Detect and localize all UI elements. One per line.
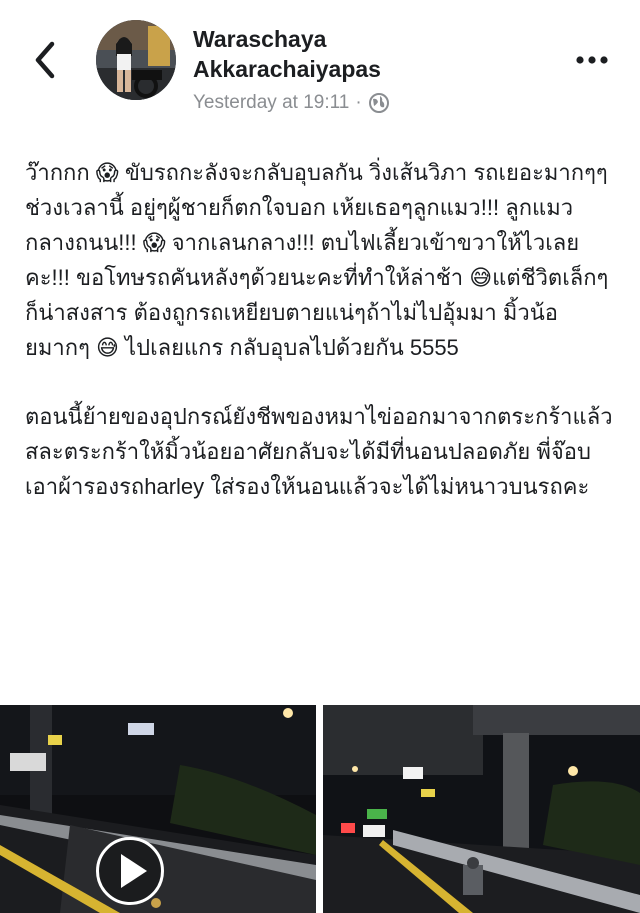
avatar-photo <box>96 20 176 100</box>
post-header: Waraschaya Akkarachaiyapas Yesterday at … <box>0 0 640 140</box>
post-body: ว๊ากกก 😱 ขับรถกะลังจะกลับอุบลกัน วิ่งเส้… <box>25 155 620 504</box>
post-meta: Yesterday at 19:11 · <box>193 92 390 114</box>
post-timestamp[interactable]: Yesterday at 19:11 <box>193 92 349 114</box>
author-avatar[interactable] <box>96 20 176 100</box>
post-paragraph-1: ว๊ากกก 😱 ขับรถกะลังจะกลับอุบลกัน วิ่งเส้… <box>25 160 609 360</box>
meta-separator: · <box>355 92 362 113</box>
author-name-line-2: Akkarachaiyapas <box>193 56 381 82</box>
play-button[interactable] <box>96 837 164 905</box>
author-name[interactable]: Waraschaya Akkarachaiyapas <box>193 24 533 84</box>
video-thumbnail[interactable] <box>0 705 316 913</box>
globe-icon <box>368 93 389 113</box>
photo-night-highway <box>323 705 640 913</box>
play-icon <box>121 854 147 888</box>
photo-thumbnail[interactable] <box>323 705 640 913</box>
more-options-button[interactable] <box>572 50 616 70</box>
post-paragraph-2: ตอนนี้ย้ายของอุปกรณ์ยังชีพของหมาไข่ออกมา… <box>25 404 619 499</box>
author-name-line-1: Waraschaya <box>193 26 327 52</box>
back-button[interactable] <box>28 38 68 82</box>
chevron-left-icon <box>35 41 55 79</box>
more-dots-icon <box>576 56 608 64</box>
